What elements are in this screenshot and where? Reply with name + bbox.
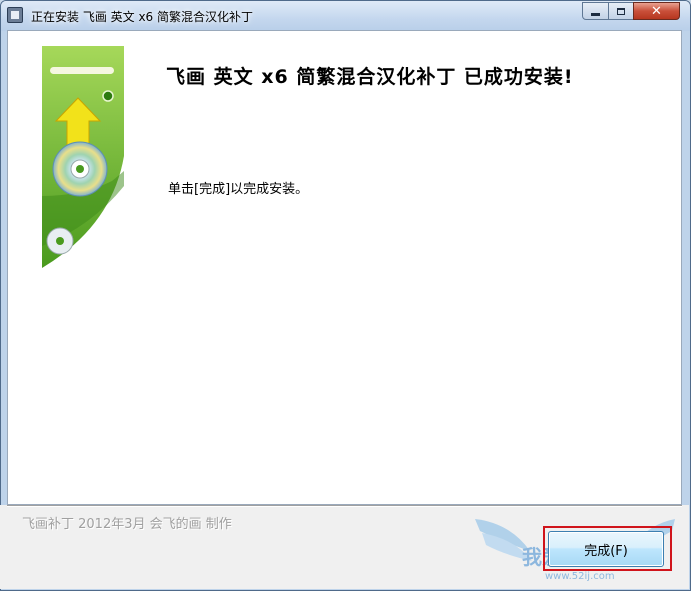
- page-title: 飞画 英文 x6 简繁混合汉化补丁 已成功安装!: [166, 66, 574, 88]
- installer-icon[interactable]: [7, 7, 23, 23]
- maximize-icon: [617, 7, 625, 15]
- title-bar[interactable]: 正在安装 飞画 英文 x6 简繁混合汉化补丁 ✕: [1, 1, 690, 31]
- maximize-button[interactable]: [608, 2, 634, 20]
- minimize-icon: [591, 12, 600, 16]
- close-button[interactable]: ✕: [633, 2, 680, 20]
- close-icon: ✕: [651, 3, 662, 19]
- window-title: 正在安装 飞画 英文 x6 简繁混合汉化补丁: [31, 10, 253, 24]
- instruction-text: 单击[完成]以完成安装。: [168, 182, 309, 197]
- footer-divider: [7, 505, 682, 507]
- finish-button-highlight: [543, 526, 672, 571]
- content-panel: 飞画 英文 x6 简繁混合汉化补丁 已成功安装! 单击[完成]以完成安装。: [7, 30, 682, 505]
- minimize-button[interactable]: [582, 2, 609, 20]
- installer-cd-graphic: [42, 46, 124, 296]
- credit-text: 飞画补丁 2012年3月 会飞的画 制作: [22, 517, 232, 532]
